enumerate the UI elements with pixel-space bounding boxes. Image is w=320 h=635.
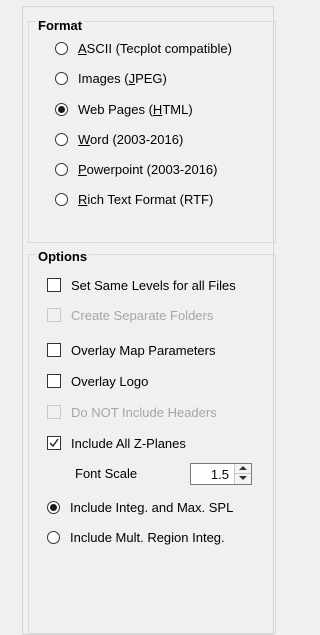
checkbox-label: Create Separate Folders (71, 307, 214, 323)
radio-button[interactable] (47, 530, 60, 544)
format-option-label: Word (2003-2016) (78, 131, 184, 147)
checkbox-box[interactable] (47, 343, 61, 357)
checkbox-create-separate-folders: Create Separate Folders (47, 305, 213, 325)
format-option-label: Powerpoint (2003-2016) (78, 161, 218, 177)
font-scale-value[interactable]: 1.5 (211, 467, 229, 482)
radio-button-selected[interactable] (47, 500, 60, 514)
format-option-images-jpeg[interactable]: Images (JPEG) (55, 68, 167, 88)
checkbox-box[interactable] (47, 278, 61, 292)
format-option-label: Rich Text Format (RTF) (78, 191, 214, 207)
radio-include-mult-region-integ[interactable]: Include Mult. Region Integ. (47, 527, 225, 547)
radio-button[interactable] (55, 132, 68, 146)
font-scale-label: Font Scale (75, 466, 138, 481)
checkbox-include-all-z-planes[interactable]: Include All Z-Planes (47, 433, 186, 453)
checkbox-label: Include All Z-Planes (71, 435, 186, 451)
checkbox-overlay-logo[interactable]: Overlay Logo (47, 371, 148, 391)
spin-down-icon[interactable] (235, 474, 251, 484)
format-option-ascii[interactable]: ASCII (Tecplot compatible) (55, 38, 232, 58)
radio-button-selected[interactable] (55, 102, 68, 116)
format-option-label: Web Pages (HTML) (78, 101, 193, 117)
radio-button[interactable] (55, 162, 68, 176)
format-option-word[interactable]: Word (2003-2016) (55, 129, 183, 149)
checkbox-label: Overlay Logo (71, 373, 149, 389)
checkbox-overlay-map-parameters[interactable]: Overlay Map Parameters (47, 340, 216, 360)
checkbox-label: Do NOT Include Headers (71, 404, 217, 420)
checkbox-label: Set Same Levels for all Files (71, 277, 236, 293)
format-group-title: Format (36, 18, 85, 34)
radio-label: Include Mult. Region Integ. (70, 529, 225, 545)
options-group-title: Options (36, 249, 90, 265)
checkbox-box[interactable] (47, 374, 61, 388)
checkbox-box-disabled (47, 405, 61, 419)
checkbox-label: Overlay Map Parameters (71, 342, 216, 358)
format-option-web-pages-html[interactable]: Web Pages (HTML) (55, 99, 193, 119)
checkbox-box-checked[interactable] (47, 436, 61, 450)
format-option-powerpoint[interactable]: Powerpoint (2003-2016) (55, 159, 217, 179)
radio-button[interactable] (55, 71, 68, 85)
format-option-label: Images (JPEG) (78, 70, 167, 86)
font-scale-spinner[interactable]: 1.5 (190, 463, 252, 485)
radio-label: Include Integ. and Max. SPL (70, 499, 234, 515)
spinner-buttons (234, 464, 251, 484)
checkmark-icon (49, 438, 59, 448)
checkbox-do-not-include-headers: Do NOT Include Headers (47, 402, 217, 422)
format-option-rich-text-rtf[interactable]: Rich Text Format (RTF) (55, 189, 213, 209)
radio-button[interactable] (55, 41, 68, 55)
checkbox-set-same-levels[interactable]: Set Same Levels for all Files (47, 275, 236, 295)
checkbox-box-disabled (47, 308, 61, 322)
radio-include-integ-max-spl[interactable]: Include Integ. and Max. SPL (47, 497, 233, 517)
format-option-label: ASCII (Tecplot compatible) (78, 40, 232, 56)
radio-button[interactable] (55, 192, 68, 206)
spin-up-icon[interactable] (235, 464, 251, 474)
